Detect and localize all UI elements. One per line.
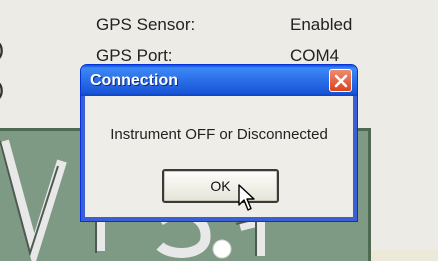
gps-port-label: GPS Port: <box>96 46 173 65</box>
background-partial-text: ) <box>0 80 4 100</box>
dialog-title-bar[interactable]: Connection <box>81 65 357 96</box>
connection-dialog: Connection Instrument OFF or Disconnecte… <box>80 64 358 222</box>
ok-button[interactable]: OK <box>162 169 279 203</box>
gps-port-value: COM4 <box>290 46 340 65</box>
dialog-message: Instrument OFF or Disconnected <box>110 126 328 143</box>
ok-button-label: OK <box>210 178 231 194</box>
dialog-title: Connection <box>90 72 178 89</box>
background-partial-text: ) <box>0 40 4 60</box>
mouse-pointer-icon <box>238 184 255 211</box>
gps-sensor-value: Enabled <box>290 15 353 34</box>
close-button[interactable] <box>329 69 352 92</box>
dialog-body: Instrument OFF or Disconnected OK <box>85 96 353 217</box>
gps-sensor-label: GPS Sensor: <box>96 15 196 34</box>
close-icon <box>334 74 347 87</box>
